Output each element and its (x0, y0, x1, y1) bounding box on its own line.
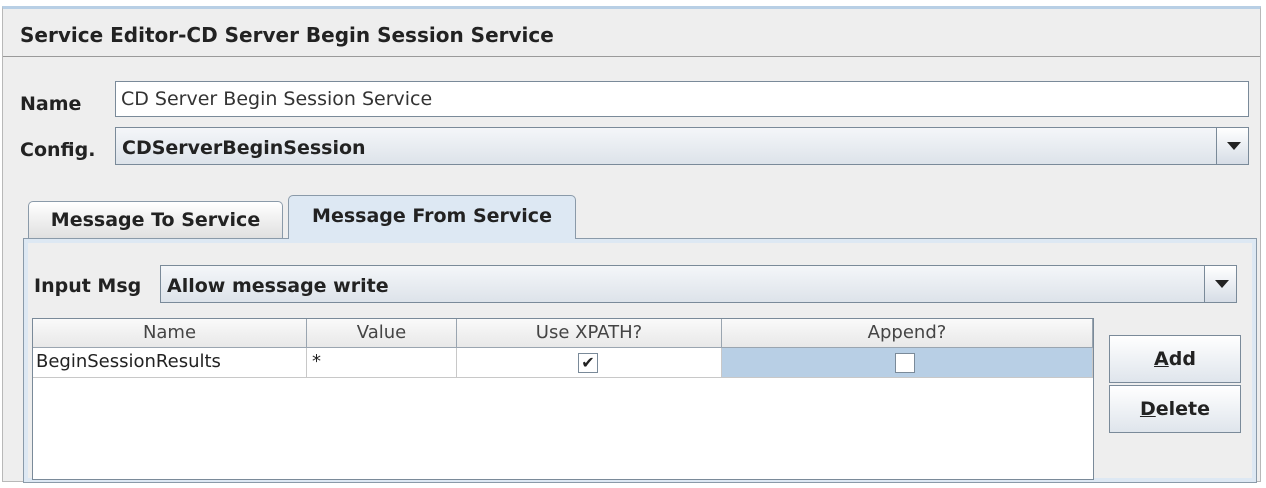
table-cell-name[interactable]: BeginSessionResults (33, 348, 307, 378)
chevron-down-icon (1227, 142, 1241, 150)
use-xpath-checkbox[interactable]: ✔ (578, 353, 598, 373)
append-checkbox[interactable] (895, 353, 915, 373)
name-field[interactable]: CD Server Begin Session Service (115, 81, 1249, 117)
table-cell-use-xpath: ✔ (457, 348, 722, 378)
name-label: Name (20, 93, 82, 115)
column-header-append[interactable]: Append? (722, 319, 1093, 348)
table-cell-value[interactable]: * (307, 348, 457, 378)
tab-message-from-service[interactable]: Message From Service (288, 195, 576, 239)
config-value: CDServerBeginSession (122, 137, 366, 159)
column-header-use-xpath[interactable]: Use XPATH? (457, 319, 722, 348)
delete-button[interactable]: Delete (1109, 385, 1241, 433)
service-editor-panel: Service Editor-CD Server Begin Session S… (2, 6, 1261, 483)
tab-message-to-service[interactable]: Message To Service (28, 201, 283, 238)
input-msg-label: Input Msg (34, 275, 142, 297)
message-table[interactable]: Name Value Use XPATH? Append? BeginSessi… (32, 318, 1094, 480)
tab-inner-area: Input Msg Allow message write Name Value… (28, 243, 1252, 480)
column-header-name[interactable]: Name (33, 319, 307, 348)
tab-content: Input Msg Allow message write Name Value… (23, 238, 1257, 483)
window-title: Service Editor-CD Server Begin Session S… (20, 23, 554, 47)
chevron-down-icon (1215, 280, 1229, 288)
config-dropdown-button[interactable] (1216, 128, 1248, 164)
input-msg-value: Allow message write (167, 275, 389, 297)
config-label: Config. (20, 139, 96, 161)
input-msg-dropdown[interactable]: Allow message write (160, 265, 1237, 303)
title-bar: Service Editor-CD Server Begin Session S… (3, 9, 1260, 57)
column-header-value[interactable]: Value (307, 319, 457, 348)
add-button[interactable]: Add (1109, 335, 1241, 383)
input-msg-dropdown-button[interactable] (1204, 266, 1236, 302)
config-dropdown[interactable]: CDServerBeginSession (115, 127, 1249, 165)
table-cell-append (722, 348, 1093, 378)
